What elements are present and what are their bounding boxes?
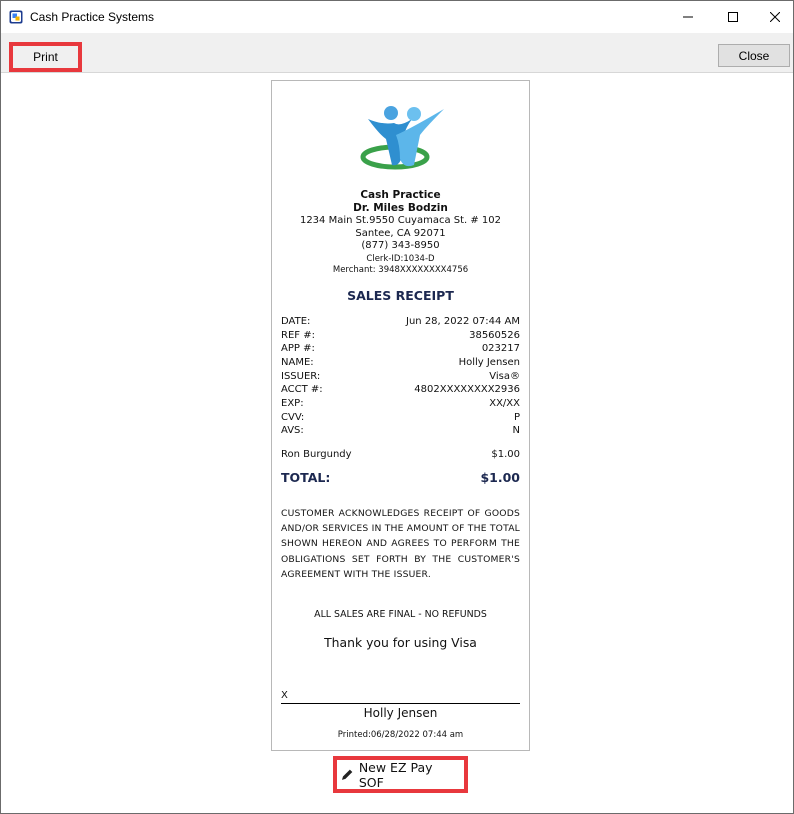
field-label: EXP: (281, 398, 304, 409)
field-value: 4802XXXXXXXX2936 (414, 384, 520, 395)
close-window-button[interactable] (752, 1, 794, 33)
pencil-icon (341, 768, 354, 780)
city-line: Santee, CA 92071 (355, 228, 446, 239)
receipt-window: Cash Practice Systems Print Close Cash P… (0, 0, 794, 814)
acknowledgement-text: CUSTOMER ACKNOWLEDGES RECEIPT OF GOODS A… (281, 508, 520, 580)
new-ez-pay-highlight: New EZ Pay SOF (333, 756, 468, 793)
minimize-icon (683, 16, 693, 18)
field-value: 38560526 (469, 330, 520, 341)
field-value: Visa® (489, 371, 520, 382)
business-name: Cash Practice (360, 189, 441, 201)
line-item-name: Ron Burgundy (281, 449, 352, 460)
field-value: P (513, 412, 520, 423)
maximize-button[interactable] (710, 1, 756, 33)
phone-line: (877) 343-8950 (361, 240, 440, 251)
close-icon (770, 12, 780, 22)
field-label: NAME: (281, 357, 314, 368)
maximize-icon (728, 12, 738, 22)
new-ez-pay-button[interactable]: New EZ Pay SOF (341, 760, 460, 790)
doctor-name: Dr. Miles Bodzin (353, 202, 448, 214)
final-note: ALL SALES ARE FINAL - NO REFUNDS (314, 609, 487, 620)
total-row: TOTAL: $1.00 (281, 470, 520, 485)
field-label: AVS: (281, 425, 304, 436)
signature-name: Holly Jensen (363, 706, 438, 720)
field-label: APP #: (281, 343, 315, 354)
merchant-id: Merchant: 3948XXXXXXXX4756 (332, 265, 469, 275)
close-button[interactable]: Close (718, 44, 790, 67)
line-item-amount: $1.00 (491, 449, 520, 460)
window-title: Cash Practice Systems (30, 10, 155, 24)
title-bar: Cash Practice Systems (1, 1, 793, 33)
field-label: ISSUER: (281, 371, 321, 382)
app-icon (9, 10, 23, 24)
field-label: REF #: (281, 330, 315, 341)
address-line: 1234 Main St.9550 Cuyamaca St. # 102 (299, 215, 502, 226)
field-value: XX/XX (489, 398, 520, 409)
signature-x: X (281, 690, 288, 701)
field-value: 023217 (481, 343, 520, 354)
signature-line (281, 703, 520, 704)
minimize-button[interactable] (665, 1, 711, 33)
receipt-title: SALES RECEIPT (347, 288, 454, 303)
printed-timestamp: Printed:06/28/2022 07:44 am (337, 730, 464, 740)
thanks-message: Thank you for using Visa (324, 635, 477, 650)
field-label: CVV: (281, 412, 305, 423)
field-value: Holly Jensen (458, 357, 520, 368)
toolbar: Print Close (1, 33, 793, 73)
sales-receipt: Cash Practice Dr. Miles Bodzin 1234 Main… (271, 80, 530, 751)
field-value: Jun 28, 2022 07:44 AM (406, 316, 520, 327)
print-highlight: Print (9, 42, 82, 72)
total-label: TOTAL: (281, 470, 331, 485)
total-value: $1.00 (480, 470, 520, 485)
new-ez-pay-label: New EZ Pay SOF (358, 759, 433, 790)
practice-logo (360, 106, 444, 170)
print-button[interactable]: Print (17, 48, 74, 66)
field-label: DATE: (281, 316, 311, 327)
field-value: N (512, 425, 520, 436)
field-label: ACCT #: (281, 384, 323, 395)
